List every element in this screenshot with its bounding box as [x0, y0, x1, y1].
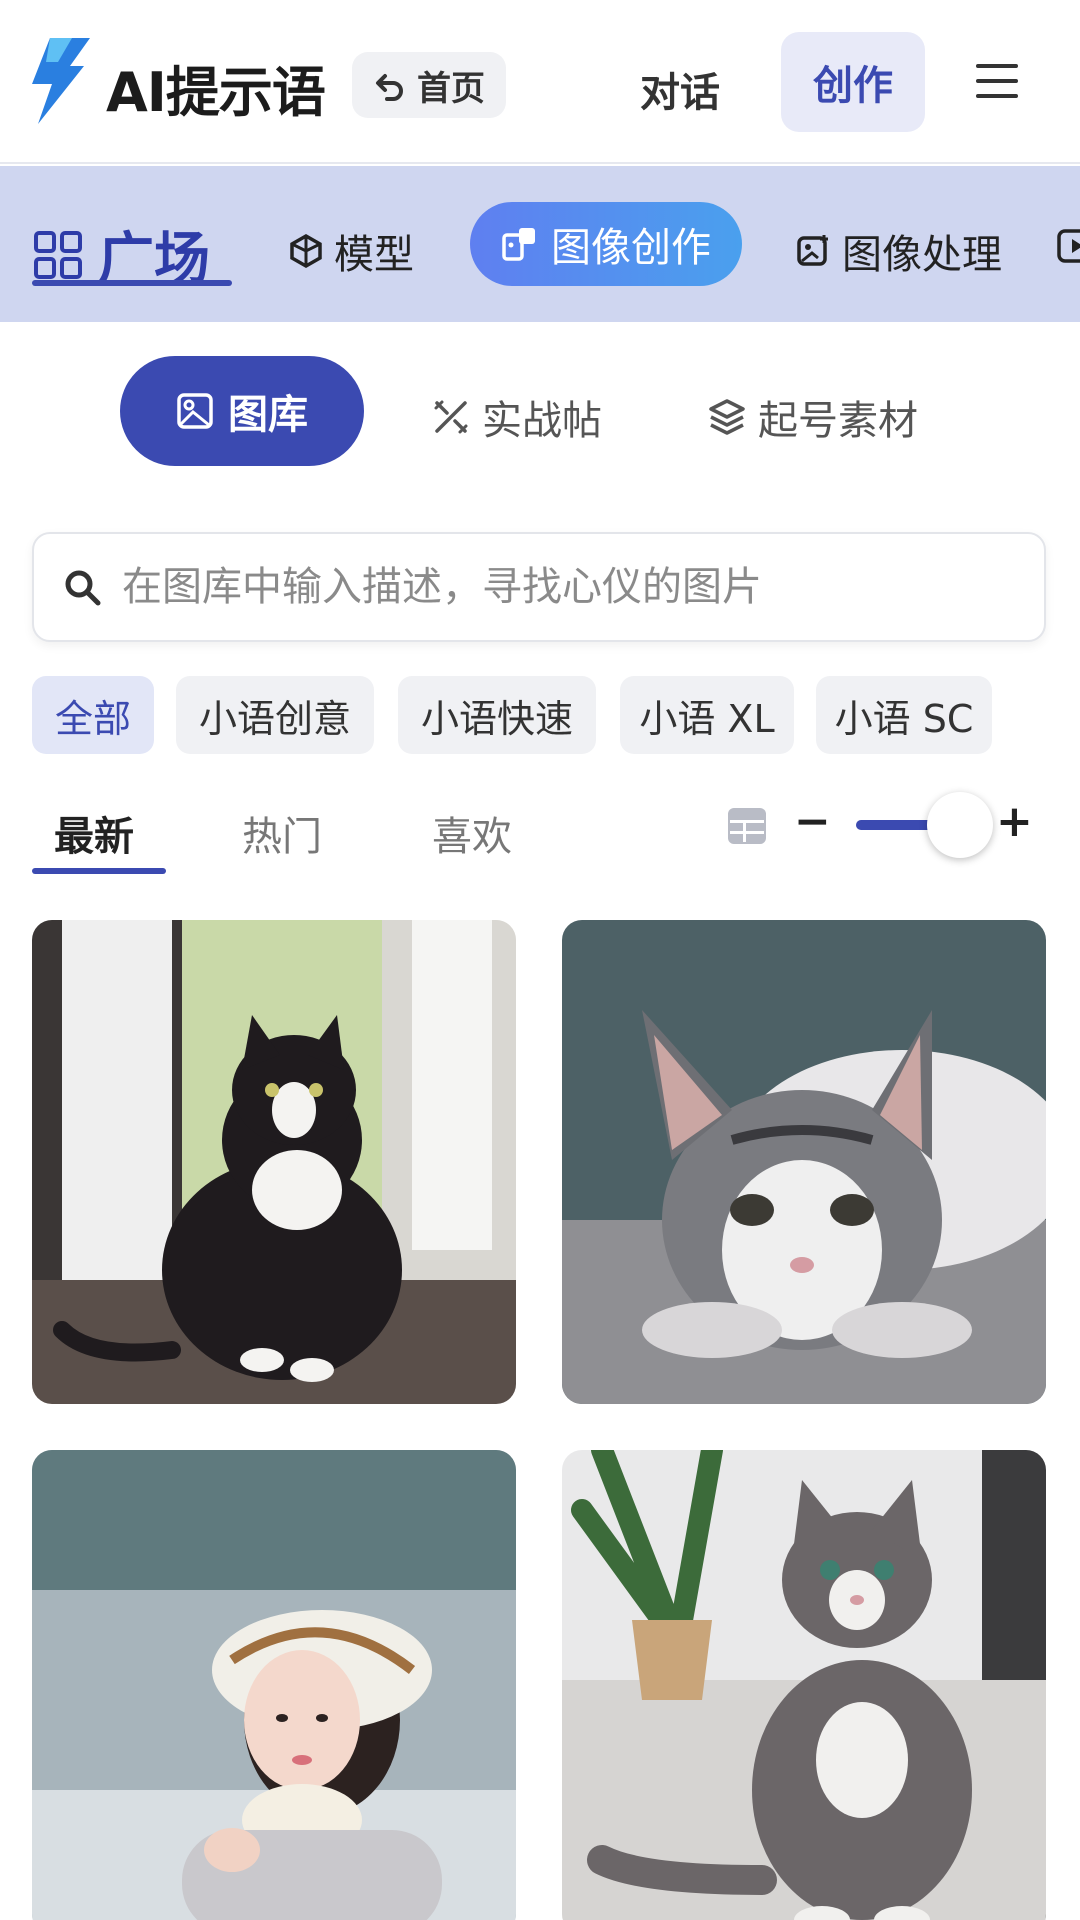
gallery-image-2[interactable] — [562, 920, 1046, 1404]
filter-chip-xl[interactable]: 小语 XL — [620, 676, 794, 754]
lightning-logo-icon[interactable] — [32, 38, 90, 124]
gallery-image-3[interactable] — [32, 1450, 516, 1920]
nav-create-label: 创作 — [813, 63, 893, 109]
filter-chip-fast[interactable]: 小语快速 — [398, 676, 596, 754]
layout-grid-icon[interactable] — [726, 806, 768, 846]
cat-photo-icon — [32, 920, 516, 1404]
video-icon[interactable] — [1056, 228, 1080, 264]
category-image-edit-label: 图像处理 — [842, 232, 1002, 278]
subtab-practice-label: 实战帖 — [482, 398, 602, 444]
search-box[interactable] — [32, 532, 1046, 642]
category-bar: 广场 模型 图像创作 图像处理 — [0, 166, 1080, 322]
search-input[interactable] — [122, 564, 1022, 610]
top-header: AI提示语 首页 对话 创作 — [0, 0, 1080, 164]
zoom-slider[interactable] — [856, 792, 993, 858]
category-image-create-label: 图像创作 — [551, 225, 711, 271]
gallery-image-4[interactable] — [562, 1450, 1046, 1920]
cat-photo-icon — [562, 920, 1046, 1404]
image-edit-icon — [797, 235, 828, 266]
category-image-create[interactable]: 图像创作 — [470, 202, 742, 286]
category-model-label: 模型 — [334, 232, 414, 278]
home-button[interactable]: 首页 — [352, 52, 506, 118]
subtab-gallery-label: 图库 — [228, 392, 308, 438]
layers-icon — [709, 399, 745, 435]
filter-chip-sc[interactable]: 小语 SC — [816, 676, 992, 754]
subtab-starter-material[interactable]: 起号素材 — [708, 388, 918, 446]
sort-tab-hot[interactable]: 热门 — [242, 804, 322, 862]
filter-chip-creative[interactable]: 小语创意 — [176, 676, 374, 754]
tools-icon — [434, 400, 468, 434]
image-icon — [177, 393, 213, 429]
category-image-edit[interactable]: 图像处理 — [796, 222, 1002, 280]
sort-tab-latest[interactable]: 最新 — [54, 804, 134, 862]
category-model[interactable]: 模型 — [288, 222, 414, 280]
filter-chip-all[interactable]: 全部 — [32, 676, 154, 754]
sort-active-underline — [32, 868, 166, 874]
zoom-slider-knob[interactable] — [927, 792, 993, 858]
back-arrow-icon — [376, 74, 403, 101]
home-label: 首页 — [417, 68, 485, 109]
brand-name[interactable]: AI提示语 — [106, 48, 326, 127]
model-icon — [290, 233, 322, 269]
subtab-gallery[interactable]: 图库 — [120, 356, 364, 466]
cat-photo-icon — [562, 1450, 1046, 1920]
sort-tab-liked[interactable]: 喜欢 — [432, 804, 512, 862]
subtab-starter-material-label: 起号素材 — [758, 398, 918, 444]
zoom-in-button[interactable]: + — [996, 796, 1033, 847]
grid-apps-icon — [34, 230, 82, 279]
nav-create[interactable]: 创作 — [781, 32, 925, 132]
gallery-image-1[interactable] — [32, 920, 516, 1404]
subtab-practice[interactable]: 实战帖 — [432, 388, 602, 446]
image-create-icon — [502, 228, 535, 261]
nav-chat[interactable]: 对话 — [640, 60, 720, 118]
zoom-out-button[interactable]: − — [794, 796, 831, 847]
portrait-photo-icon — [32, 1450, 516, 1920]
category-active-underline — [32, 280, 232, 286]
hamburger-menu-icon[interactable] — [974, 62, 1020, 100]
search-icon — [65, 570, 101, 606]
